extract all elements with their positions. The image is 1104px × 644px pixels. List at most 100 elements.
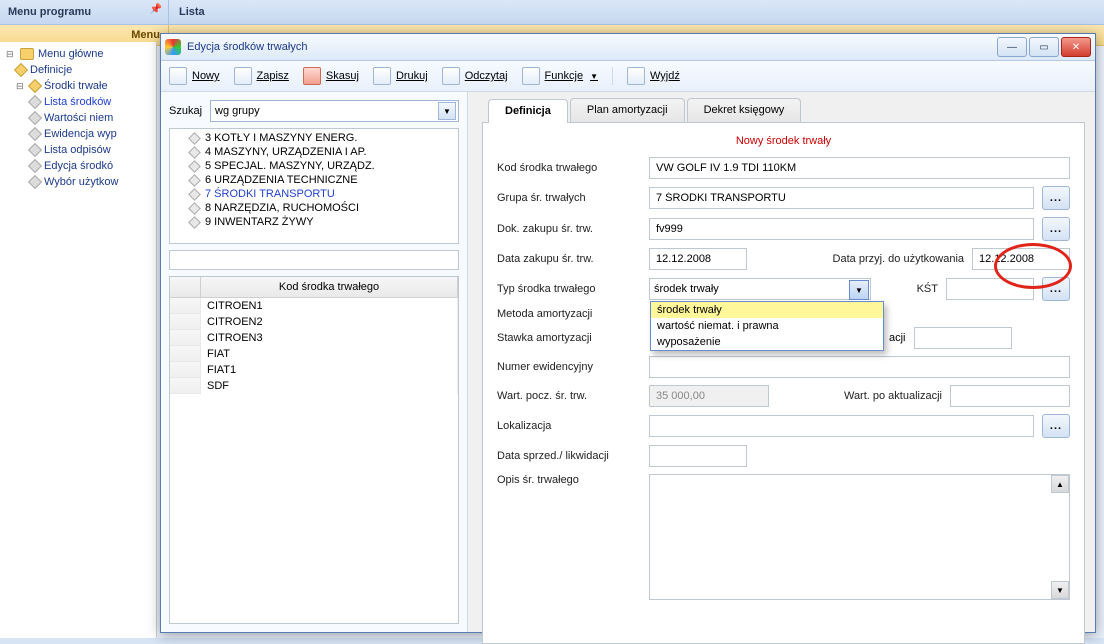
row-selector[interactable] xyxy=(170,330,201,346)
kst-lookup-button[interactable]: ... xyxy=(1042,277,1070,301)
group-item[interactable]: 5 SPECJAL. MASZYNY, URZĄDZ. xyxy=(172,159,456,173)
diamond-icon xyxy=(188,188,201,201)
typ-dropdown[interactable]: środek trwały wartość niemat. i prawna w… xyxy=(650,301,884,351)
tree-srodki[interactable]: ⊟ Środki trwałe xyxy=(2,78,154,94)
typ-option[interactable]: wyposażenie xyxy=(651,334,883,350)
tree-item-wartosci-niem[interactable]: Wartości niem xyxy=(2,110,154,126)
diamond-icon xyxy=(28,159,42,173)
zapisz-button[interactable]: Zapisz xyxy=(234,67,289,85)
table-row[interactable]: FIAT1 xyxy=(170,362,458,378)
tab-definicja[interactable]: Definicja xyxy=(488,99,568,123)
exit-icon xyxy=(627,67,645,85)
funkcje-button[interactable]: Funkcje ▼ xyxy=(522,67,598,85)
scroll-up-icon[interactable]: ▲ xyxy=(1051,475,1069,493)
tree-item-wybor-uzytkow[interactable]: Wybór użytkow xyxy=(2,174,154,190)
label-opis: Opis śr. trwałego xyxy=(497,474,641,486)
maximize-button[interactable]: ▭ xyxy=(1029,37,1059,57)
data-sprzed-input[interactable] xyxy=(649,445,747,467)
wart-pocz-input[interactable] xyxy=(649,385,769,407)
data-zakupu-input[interactable] xyxy=(649,248,747,270)
save-icon xyxy=(234,67,252,85)
search-mode-combo[interactable]: wg grupy ▼ xyxy=(210,100,459,122)
left-pane: Szukaj wg grupy ▼ 3 KOTŁY I MASZYNY ENER… xyxy=(161,92,468,632)
typ-combo[interactable]: środek trwały ▼ środek trwały wartość ni… xyxy=(649,278,871,300)
acji-input[interactable] xyxy=(914,327,1012,349)
minimize-button[interactable]: — xyxy=(997,37,1027,57)
lokalizacja-lookup-button[interactable]: ... xyxy=(1042,414,1070,438)
list-tab[interactable]: Lista xyxy=(169,0,215,24)
tab-plan-amortyzacji[interactable]: Plan amortyzacji xyxy=(570,98,685,122)
typ-option[interactable]: wartość niemat. i prawna xyxy=(651,318,883,334)
chevron-down-icon: ▼ xyxy=(590,72,598,81)
titlebar[interactable]: Edycja środków trwałych — ▭ ✕ xyxy=(161,34,1095,61)
diamond-icon xyxy=(28,127,42,141)
row-selector[interactable] xyxy=(170,362,201,378)
chevron-down-icon[interactable]: ▼ xyxy=(438,102,456,120)
label-wart-po: Wart. po aktualizacji xyxy=(844,390,942,402)
diamond-icon xyxy=(188,216,201,229)
table-row[interactable]: FIAT xyxy=(170,346,458,362)
pin-icon[interactable]: 📌 xyxy=(150,4,162,15)
grupa-input[interactable] xyxy=(649,187,1034,209)
label-stawka: Stawka amortyzacji xyxy=(497,332,641,344)
row-selector[interactable] xyxy=(170,378,201,394)
wart-po-input[interactable] xyxy=(950,385,1070,407)
table-row[interactable]: SDF xyxy=(170,378,458,394)
diamond-icon xyxy=(188,174,201,187)
dok-input[interactable] xyxy=(649,218,1034,240)
data-przyj-input[interactable] xyxy=(972,248,1070,270)
tree-definicje[interactable]: Definicje xyxy=(2,62,154,78)
drukuj-button[interactable]: Drukuj xyxy=(373,67,428,85)
wyjdz-button[interactable]: Wyjdź xyxy=(627,67,680,85)
typ-option[interactable]: środek trwały xyxy=(651,302,883,318)
tree-item-ewidencja-wyp[interactable]: Ewidencja wyp xyxy=(2,126,154,142)
diamond-icon xyxy=(188,146,201,159)
quick-filter-input[interactable] xyxy=(169,250,459,270)
tab-dekret-ksiegowy[interactable]: Dekret księgowy xyxy=(687,98,802,122)
group-item[interactable]: 3 KOTŁY I MASZYNY ENERG. xyxy=(172,131,456,145)
scroll-down-icon[interactable]: ▼ xyxy=(1051,581,1069,599)
kod-input[interactable] xyxy=(649,157,1070,179)
chevron-down-icon[interactable]: ▼ xyxy=(849,280,869,300)
group-item[interactable]: 4 MASZYNY, URZĄDZENIA I AP. xyxy=(172,145,456,159)
label-dok: Dok. zakupu śr. trw. xyxy=(497,223,641,235)
group-list[interactable]: 3 KOTŁY I MASZYNY ENERG.4 MASZYNY, URZĄD… xyxy=(169,128,459,244)
kod-column-header[interactable]: Kod środka trwałego xyxy=(201,277,458,297)
nowy-button[interactable]: Nowy xyxy=(169,67,220,85)
skasuj-button[interactable]: Skasuj xyxy=(303,67,359,85)
close-button[interactable]: ✕ xyxy=(1061,37,1091,57)
form-area: Nowy środek trwały Kod środka trwałego G… xyxy=(482,123,1085,644)
group-item[interactable]: 9 INWENTARZ ŻYWY xyxy=(172,215,456,229)
partial-label-acji: acji xyxy=(889,332,906,344)
row-selector-header xyxy=(170,277,201,297)
numer-input[interactable] xyxy=(649,356,1070,378)
row-selector[interactable] xyxy=(170,314,201,330)
row-selector[interactable] xyxy=(170,298,201,314)
tree-item-lista-odpisow[interactable]: Lista odpisów xyxy=(2,142,154,158)
opis-textarea[interactable]: ▲ ▼ xyxy=(649,474,1070,600)
dok-lookup-button[interactable]: ... xyxy=(1042,217,1070,241)
tree-item-lista-srodkow[interactable]: Lista środków xyxy=(2,94,154,110)
print-icon xyxy=(373,67,391,85)
table-row[interactable]: CITROEN1 xyxy=(170,298,458,314)
delete-icon xyxy=(303,67,321,85)
group-item[interactable]: 8 NARZĘDZIA, RUCHOMOŚCI xyxy=(172,201,456,215)
folder-icon xyxy=(20,48,34,60)
separator xyxy=(612,67,613,85)
table-row[interactable]: CITROEN2 xyxy=(170,314,458,330)
tree-item-edycja-srodkow[interactable]: Edycja środkó xyxy=(2,158,154,174)
grupa-lookup-button[interactable]: ... xyxy=(1042,186,1070,210)
row-selector[interactable] xyxy=(170,346,201,362)
dialog-edycja-srodkow: Edycja środków trwałych — ▭ ✕ Nowy Zapis… xyxy=(160,33,1096,633)
tree-root[interactable]: ⊟ Menu główne xyxy=(2,46,154,62)
table-row[interactable]: CITROEN3 xyxy=(170,330,458,346)
group-item[interactable]: 6 URZĄDZENIA TECHNICZNE xyxy=(172,173,456,187)
kst-input[interactable] xyxy=(946,278,1034,300)
group-item[interactable]: 7 ŚRODKI TRANSPORTU xyxy=(172,187,456,201)
read-icon xyxy=(442,67,460,85)
lokalizacja-input[interactable] xyxy=(649,415,1034,437)
collapse-icon[interactable]: ⊟ xyxy=(16,81,26,92)
odczytaj-button[interactable]: Odczytaj xyxy=(442,67,508,85)
diamond-icon xyxy=(188,132,201,145)
collapse-icon[interactable]: ⊟ xyxy=(6,49,16,60)
